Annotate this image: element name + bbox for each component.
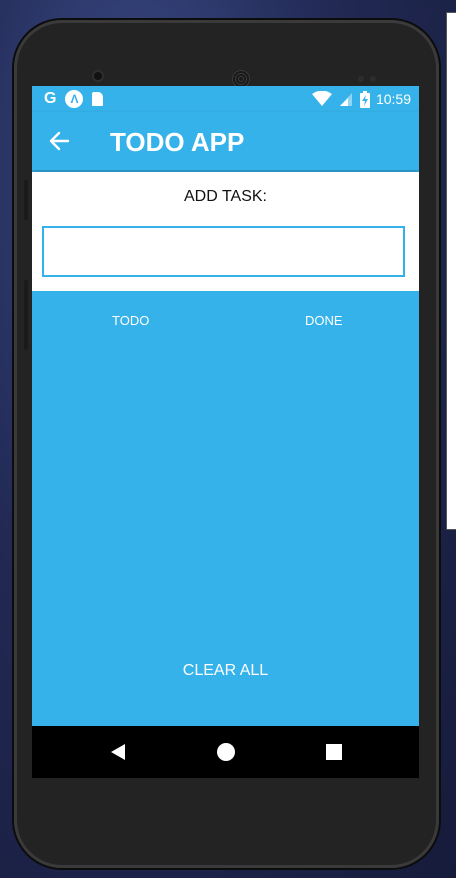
sd-card-icon: [92, 92, 104, 106]
battery-charging-icon: [359, 90, 370, 108]
arrow-left-icon[interactable]: [48, 130, 70, 152]
tab-done[interactable]: DONE: [305, 313, 343, 328]
app-bar: TODO APP: [32, 112, 419, 170]
light-sensor: [370, 76, 376, 82]
task-input[interactable]: [42, 226, 405, 277]
app-title: TODO APP: [110, 127, 245, 157]
google-icon: G: [44, 90, 57, 107]
side-panel: [446, 12, 456, 530]
power-button: [24, 280, 28, 350]
status-bar: G Λ 10:59: [32, 86, 419, 112]
proximity-sensor: [358, 76, 364, 82]
navigation-bar: [32, 726, 419, 778]
home-circle-icon[interactable]: [216, 742, 236, 762]
app-screen: G Λ 10:59 TODO APP ADD TASK: TODO DONE C…: [32, 86, 419, 778]
wifi-icon: [311, 91, 332, 106]
front-camera: [94, 72, 102, 80]
add-task-section: ADD TASK:: [32, 172, 419, 291]
recents-square-icon[interactable]: [324, 742, 344, 762]
clear-all-button[interactable]: CLEAR ALL: [32, 662, 419, 680]
volume-button: [24, 180, 28, 220]
app-a-icon: Λ: [65, 90, 84, 108]
cellular-signal-icon: [339, 93, 352, 106]
back-triangle-icon[interactable]: [108, 742, 128, 762]
status-time: 10:59: [375, 91, 411, 107]
add-task-label: ADD TASK:: [184, 188, 267, 205]
tab-todo[interactable]: TODO: [112, 313, 149, 328]
